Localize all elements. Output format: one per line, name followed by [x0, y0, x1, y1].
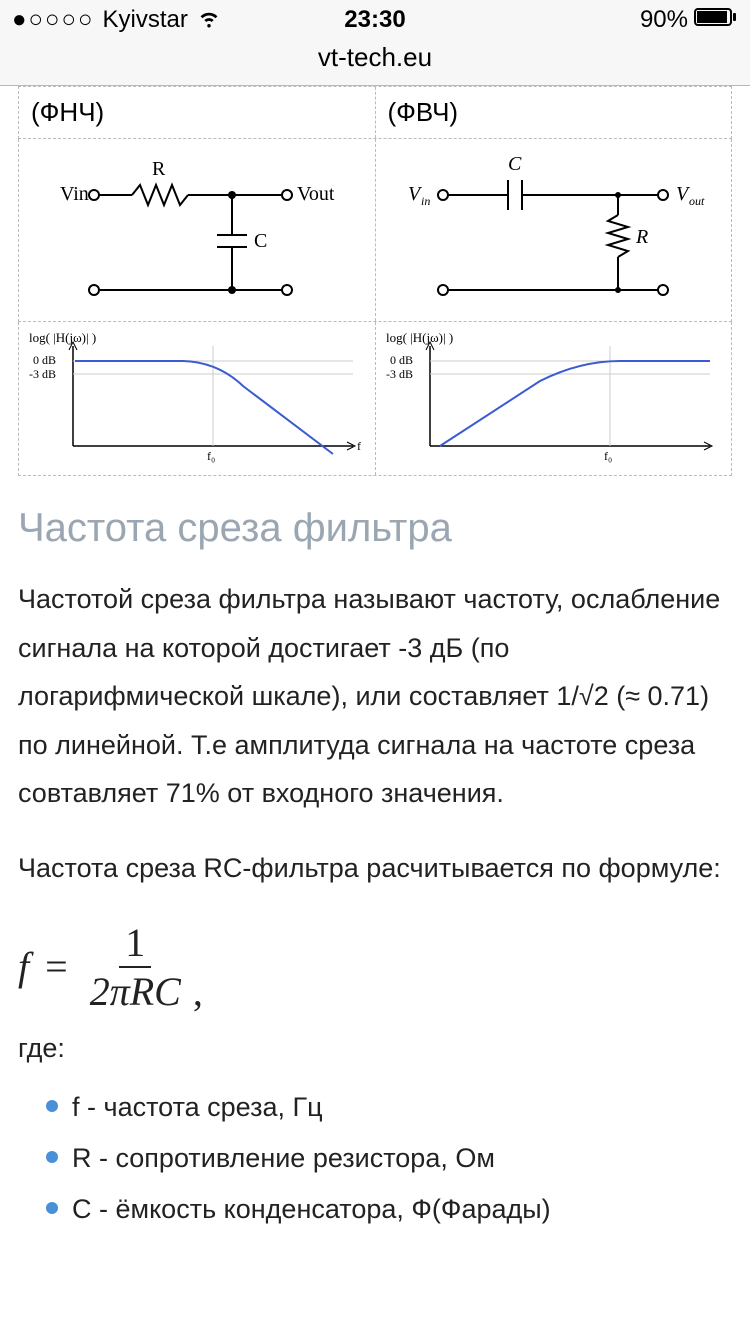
vout-label: Vout — [297, 183, 335, 205]
hpf-plot: log( |H(jω)| ) 0 dB -3 dB f₀ — [376, 322, 732, 475]
status-bar: ●○○○○ Kyivstar 23:30 90% — [0, 0, 750, 40]
svg-text:f₀: f₀ — [604, 449, 612, 463]
vin-label: Vin — [60, 183, 89, 205]
list-item: f - частота среза, Гц — [46, 1082, 732, 1133]
battery-icon — [694, 6, 738, 34]
svg-text:f₀: f₀ — [207, 449, 215, 463]
wifi-icon — [196, 4, 222, 37]
definitions-list: f - частота среза, Гц R - сопротивление … — [18, 1082, 732, 1236]
where-label: где: — [18, 1033, 732, 1064]
lpf-plot: log( |H(jω)| ) 0 dB -3 dB f f₀ — [19, 322, 376, 475]
svg-text:0 dB: 0 dB — [33, 353, 56, 367]
formula: f = 1 2πRC , — [18, 919, 732, 1015]
list-item: R - сопротивление резистора, Ом — [46, 1133, 732, 1184]
svg-text:0 dB: 0 dB — [390, 353, 413, 367]
formula-num: 1 — [119, 919, 151, 968]
status-right: 90% — [496, 6, 738, 34]
formula-den: 2πRC — [84, 968, 187, 1015]
formula-lhs: f — [18, 943, 29, 990]
status-left: ●○○○○ Kyivstar — [12, 4, 254, 37]
lpf-label: (ФНЧ) — [19, 87, 376, 138]
page-content[interactable]: (ФНЧ) (ФВЧ) Vin R Vout C — [0, 86, 750, 1235]
formula-comma: , — [193, 968, 203, 1015]
filter-label-row: (ФНЧ) (ФВЧ) — [18, 86, 732, 139]
svg-text:out: out — [689, 194, 705, 208]
url-bar[interactable]: vt-tech.eu — [0, 40, 750, 86]
formula-fraction: 1 2πRC — [84, 919, 187, 1015]
carrier-label: Kyivstar — [102, 6, 187, 34]
lpf-circuit: Vin R Vout C — [19, 139, 376, 321]
svg-text:log( |H(jω)| ): log( |H(jω)| ) — [29, 330, 96, 345]
svg-text:log( |H(jω)| ): log( |H(jω)| ) — [386, 330, 453, 345]
r-label: R — [152, 158, 166, 180]
c-label: C — [508, 153, 522, 175]
paragraph-1: Частотой среза фильтра называют частоту,… — [18, 575, 732, 818]
plot-row: log( |H(jω)| ) 0 dB -3 dB f f₀ log( |H(j… — [18, 322, 732, 476]
svg-text:-3 dB: -3 dB — [29, 367, 56, 381]
r-label: R — [635, 226, 648, 248]
signal-dots-icon: ●○○○○ — [12, 6, 94, 34]
battery-percent: 90% — [640, 6, 688, 34]
hpf-label: (ФВЧ) — [376, 87, 732, 138]
hpf-circuit: V in C V out R — [376, 139, 732, 321]
circuit-row: Vin R Vout C — [18, 139, 732, 322]
svg-text:-3 dB: -3 dB — [386, 367, 413, 381]
paragraph-2: Частота среза RC-фильтра расчитывается п… — [18, 844, 732, 893]
section-heading: Частота среза фильтра — [18, 506, 732, 551]
svg-text:in: in — [421, 194, 430, 208]
c-label: C — [254, 230, 267, 252]
svg-text:f: f — [357, 439, 361, 453]
formula-eq: = — [45, 943, 68, 990]
list-item: C - ёмкость конденсатора, Ф(Фарады) — [46, 1184, 732, 1235]
status-time: 23:30 — [254, 6, 496, 34]
